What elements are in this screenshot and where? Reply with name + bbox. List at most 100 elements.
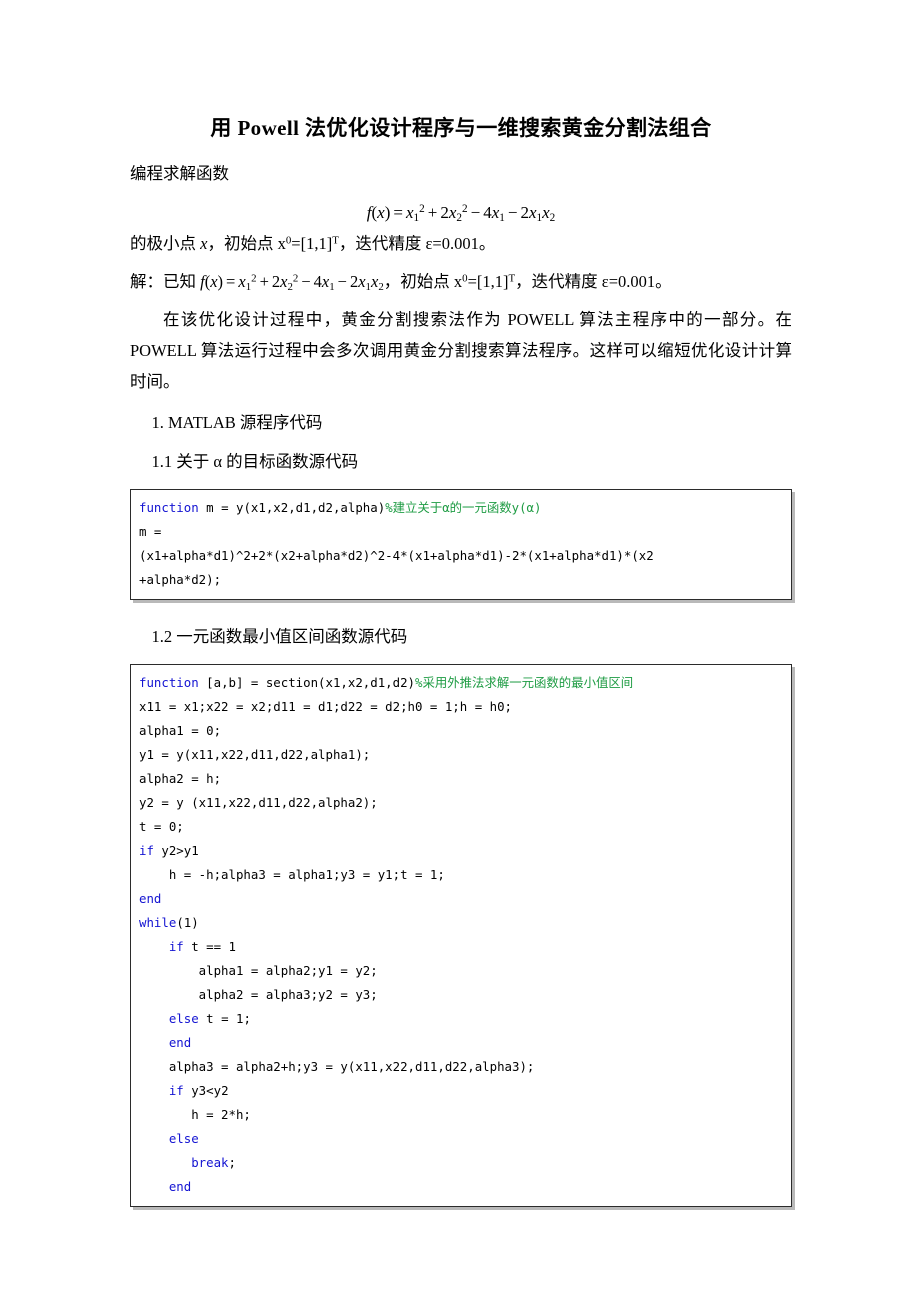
code-token-kw: else: [168, 1011, 199, 1027]
equation-term4-sub2: 2: [549, 211, 556, 224]
equation-term3-coef: 4: [483, 203, 492, 222]
code-line: alpha3 = alpha2+h;y3 = y(x11,x22,d11,d22…: [139, 1055, 791, 1079]
code-token-plain: x11 = x1;x22 = x2;d11 = d1;d22 = d2;h0 =…: [139, 699, 512, 715]
code-token-cmt: %建立关于α的一元函数y(α): [385, 500, 542, 516]
solution-line: 解：已知 f(x) = x12 +2x22−4x1−2x1x2，初始点 x0=[1,1…: [130, 259, 792, 297]
solution-eq-term1-sup: 2: [251, 272, 257, 285]
code-token-kw: if: [139, 843, 154, 859]
code-token-plain: alpha2 = alpha3;y2 = y3;: [139, 987, 378, 1003]
code-token-plain: alpha3 = alpha2+h;y3 = y(x11,x22,d11,d22…: [139, 1059, 535, 1075]
code-line: h = 2*h;: [139, 1103, 791, 1127]
solution-tail: ，迭代精度 ε=0.001。: [515, 272, 672, 291]
code-token-plain: alpha1 = alpha2;y1 = y2;: [139, 963, 378, 979]
intro-line: 编程求解函数: [130, 164, 229, 183]
code-line: function [a,b] = section(x1,x2,d1,d2)%采用…: [139, 671, 791, 695]
code-block-1-wrapper: function m = y(x1,x2,d1,d2,alpha)%建立关于α的…: [130, 489, 792, 601]
code-token-plain: y2>y1: [153, 843, 199, 859]
equation-term1-base: x: [405, 203, 414, 222]
code-token-plain: h = -h;alpha3 = alpha1;y3 = y1;t = 1;: [139, 867, 445, 883]
code-token-kw: function: [139, 500, 199, 516]
code-line: alpha2 = h;: [139, 767, 791, 791]
solution-eq-minus-1: −: [301, 272, 311, 291]
code-line: if y3<y2: [139, 1079, 791, 1103]
equation-term3-sub: 1: [499, 211, 505, 224]
page-content: 用 Powell 法优化设计程序与一维搜索黄金分割法组合 编程求解函数 f(x)…: [130, 0, 792, 1220]
code-block-2-wrapper: function [a,b] = section(x1,x2,d1,d2)%采用…: [130, 664, 792, 1208]
code-line: (x1+alpha*d1)^2+2*(x2+alpha*d2)^2-4*(x1+…: [139, 544, 791, 568]
code-block-objective-function[interactable]: function m = y(x1,x2,d1,d2,alpha)%建立关于α的…: [130, 489, 792, 601]
heading-objective-function: 1.1 关于 α 的目标函数源代码: [151, 452, 359, 471]
minimum-point-tail: ，迭代精度 ε=0.001。: [338, 234, 496, 253]
code-token-kw: if: [168, 939, 184, 955]
code-token-plain: m = y(x1,x2,d1,d2,alpha): [198, 500, 386, 516]
code-token-plain: +alpha*d2);: [139, 572, 222, 588]
code-line: alpha2 = alpha3;y2 = y3;: [139, 983, 791, 1007]
minimum-point-bracket: =[1,1]: [291, 234, 333, 253]
code-line: break;: [139, 1151, 791, 1175]
heading-interval-function: 1.2 一元函数最小值区间函数源代码: [151, 626, 408, 646]
code-token-kw: end: [168, 1035, 192, 1051]
code-token-cmt: %采用外推法求解一元函数的最小值区间: [415, 675, 634, 691]
code-token-plain: [a,b] = section(x1,x2,d1,d2): [198, 675, 416, 691]
equation-minus-1: −: [470, 203, 481, 222]
code-token-plain: (x1+alpha*d1)^2+2*(x2+alpha*d2)^2-4*(x1+…: [139, 548, 654, 564]
equation-x: x: [377, 203, 385, 222]
code-token-plain: alpha1 = 0;: [139, 723, 222, 739]
code-token-plain: y2 = y (x11,x22,d11,d22,alpha2);: [139, 795, 378, 811]
solution-eq-term3-coef: 4: [313, 272, 322, 291]
equation-plus: +: [427, 203, 438, 222]
equation-term2-sup: 2: [461, 203, 468, 216]
document-page: 用 Powell 法优化设计程序与一维搜索黄金分割法组合 编程求解函数 f(x)…: [0, 0, 920, 1302]
body-paragraph: 在该优化设计过程中，黄金分割搜索法作为 POWELL 算法主程序中的一部分。在 …: [130, 310, 792, 391]
code-token-plain: m =: [139, 524, 162, 540]
code-line: x11 = x1;x22 = x2;d11 = d1;d22 = d2;h0 =…: [139, 695, 791, 719]
code-token-plain: ;: [228, 1155, 236, 1171]
solution-bracket: =[1,1]: [467, 272, 509, 291]
code-block-section-function[interactable]: function [a,b] = section(x1,x2,d1,d2)%采用…: [130, 664, 792, 1208]
code-line: while(1): [139, 911, 791, 935]
code-token-kw: else: [168, 1131, 199, 1147]
code-line: else: [139, 1127, 791, 1151]
equation-term1-sup: 2: [419, 203, 425, 216]
code-line: y1 = y(x11,x22,d11,d22,alpha1);: [139, 743, 791, 767]
code-line: m =: [139, 520, 791, 544]
code-line: alpha1 = 0;: [139, 719, 791, 743]
code-token-kw: if: [168, 1083, 184, 1099]
solution-eq-term3-sub: 1: [329, 280, 335, 293]
code-line: alpha1 = alpha2;y1 = y2;: [139, 959, 791, 983]
code-line: if y2>y1: [139, 839, 791, 863]
minimum-point-sup-t: T: [332, 234, 339, 247]
equation-term4-coef: 2: [520, 203, 529, 222]
minimum-point-line: 的极小点 x，初始点 x0=[1,1]T，迭代精度 ε=0.001。: [130, 228, 792, 259]
solution-prefix: 解：已知: [130, 272, 201, 291]
code-token-plain: h = 2*h;: [139, 1107, 251, 1123]
solution-eq-term4-coef: 2: [349, 272, 359, 291]
code-line: +alpha*d2);: [139, 568, 791, 592]
code-line: end: [139, 1031, 791, 1055]
code-line: else t = 1;: [139, 1007, 791, 1031]
code-token-kw: end: [139, 891, 162, 907]
solution-eq-term2-coef: 2: [271, 272, 281, 291]
equation-minus-2: −: [507, 203, 518, 222]
code-token-plain: y1 = y(x11,x22,d11,d22,alpha1);: [139, 747, 371, 763]
code-line: if t == 1: [139, 935, 791, 959]
code-token-kw: function: [139, 675, 199, 691]
heading-matlab-source: 1. MATLAB 源程序代码: [151, 413, 323, 432]
minimum-point-prefix: 的极小点: [130, 234, 201, 253]
solution-eq-x: x: [210, 272, 218, 291]
minimum-point-mid: ，初始点 x: [207, 234, 286, 253]
code-token-kw: while: [139, 915, 177, 931]
code-token-plain: t = 0;: [139, 819, 184, 835]
code-line: end: [139, 887, 791, 911]
page-title: 用 Powell 法优化设计程序与一维搜索黄金分割法组合: [210, 116, 712, 140]
code-token-kw: end: [168, 1179, 192, 1195]
code-token-plain: (1): [176, 915, 199, 931]
code-token-plain: alpha2 = h;: [139, 771, 222, 787]
equation-term4-base2: x: [542, 203, 550, 222]
